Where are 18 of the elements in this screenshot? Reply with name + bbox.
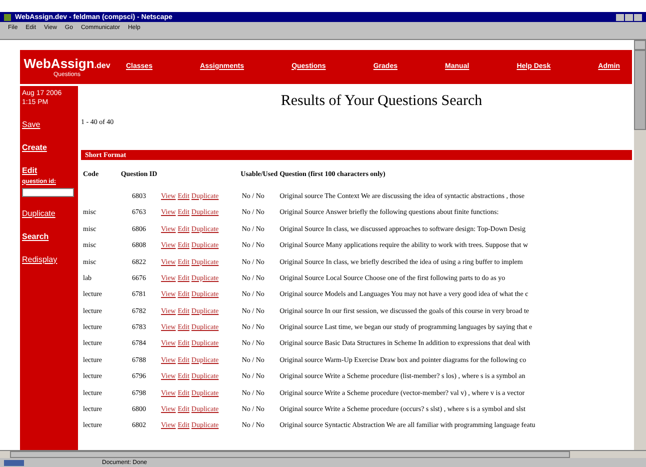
scroll-thumb[interactable] [10, 451, 570, 458]
sidebar-link[interactable]: Redisplay [22, 254, 76, 266]
scroll-thumb[interactable] [634, 50, 646, 130]
app-icon [4, 14, 11, 20]
minimize-icon[interactable] [616, 14, 624, 20]
security-icon [4, 460, 24, 466]
sidebar-link[interactable]: Search [22, 230, 76, 242]
vertical-scrollbar[interactable] [634, 40, 646, 450]
page-title: Results of Your Questions Search [280, 94, 484, 109]
close-icon[interactable] [634, 14, 642, 20]
logo: WebAssign.dev [24, 56, 110, 70]
sidebar-link[interactable]: Create [22, 142, 76, 154]
sidebar-link[interactable]: Save [22, 118, 76, 130]
maximize-icon[interactable] [625, 14, 633, 20]
sidebar-link[interactable]: Edit [22, 164, 76, 176]
scroll-up-button[interactable] [634, 40, 646, 50]
question-id-field[interactable] [22, 188, 74, 196]
sidebar-link[interactable]: Duplicate [22, 208, 76, 220]
